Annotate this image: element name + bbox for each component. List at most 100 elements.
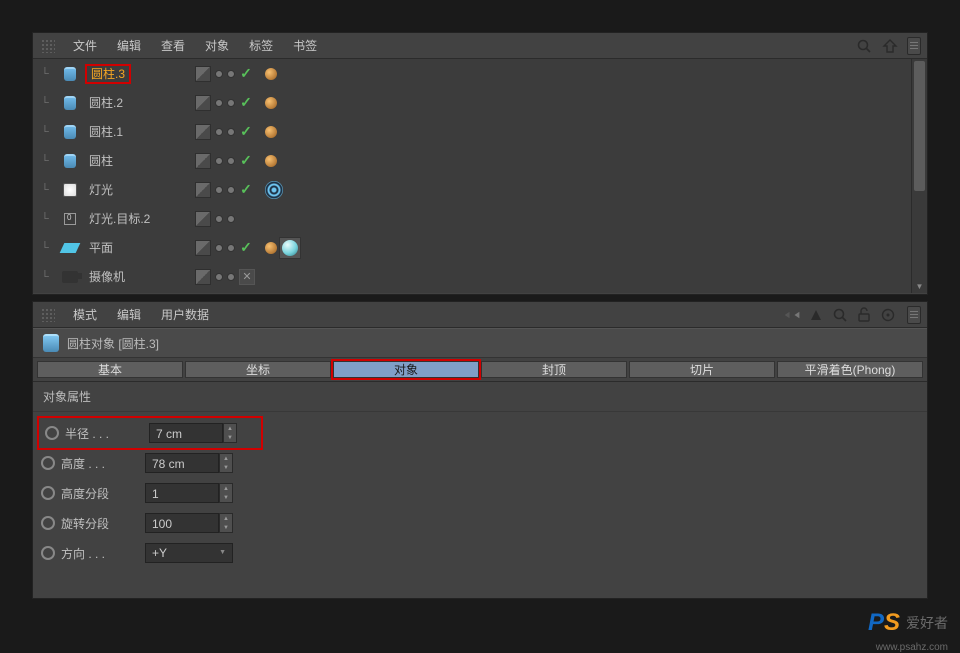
anim-toggle-icon[interactable] [41,486,55,500]
object-tree[interactable]: └圆柱.3✓└圆柱.2✓└圆柱.1✓└圆柱✓└灯光✓└灯光.目标.2└平面✓└摄… [33,59,911,293]
nav-back-icon[interactable] [783,306,801,324]
rseg-spinner[interactable]: ▲▼ [219,513,233,533]
tab-cap[interactable]: 封顶 [481,361,627,378]
layer-icon[interactable] [195,240,211,256]
tab-basic[interactable]: 基本 [37,361,183,378]
visibility-editor-icon[interactable] [215,273,223,281]
layer-icon[interactable] [195,95,211,111]
nav-up-icon[interactable] [807,306,825,324]
visibility-render-icon[interactable] [227,70,235,78]
phong-tag-icon[interactable] [265,242,277,254]
phong-tag-icon[interactable] [265,68,277,80]
scroll-down-icon[interactable]: ▼ [912,279,927,293]
home-icon[interactable] [879,35,901,57]
radius-input[interactable]: 7 cm [149,423,223,443]
tab-slice[interactable]: 切片 [629,361,775,378]
height-spinner[interactable]: ▲▼ [219,453,233,473]
anim-toggle-icon[interactable] [41,456,55,470]
visibility-editor-icon[interactable] [215,157,223,165]
visibility-render-icon[interactable] [227,128,235,136]
layer-icon[interactable] [195,211,211,227]
visibility-render-icon[interactable] [227,186,235,194]
visibility-editor-icon[interactable] [215,215,223,223]
grid-icon[interactable] [39,39,57,53]
menu-bookmarks[interactable]: 书签 [283,33,327,59]
visibility-editor-icon[interactable] [215,99,223,107]
anim-toggle-icon[interactable] [41,516,55,530]
tree-row-cyl1[interactable]: └圆柱.1✓ [33,117,911,146]
hseg-input[interactable]: 1 [145,483,219,503]
visibility-editor-icon[interactable] [215,128,223,136]
panel-handle-icon[interactable] [907,37,921,55]
cylinder-icon [61,65,79,83]
expand-icon[interactable]: ✕ [239,269,255,285]
search-icon[interactable] [853,35,875,57]
search-icon[interactable] [831,306,849,324]
tree-item-name[interactable]: 平面 [85,238,195,258]
tree-row-light[interactable]: └灯光✓ [33,175,911,204]
tree-item-name[interactable]: 摄像机 [85,267,195,287]
tab-coord[interactable]: 坐标 [185,361,331,378]
layer-icon[interactable] [195,124,211,140]
enabled-check-icon[interactable]: ✓ [239,65,253,82]
visibility-editor-icon[interactable] [215,70,223,78]
menu-edit[interactable]: 编辑 [107,33,151,59]
tree-row-cam[interactable]: └摄像机✕ [33,262,911,291]
tree-item-name[interactable]: 灯光.目标.2 [85,209,195,229]
visibility-render-icon[interactable] [227,99,235,107]
menu-tags[interactable]: 标签 [239,33,283,59]
visibility-render-icon[interactable] [227,244,235,252]
menu-file[interactable]: 文件 [63,33,107,59]
layer-icon[interactable] [195,182,211,198]
target-tag-icon[interactable] [265,181,283,199]
object-manager-menubar: 文件 编辑 查看 对象 标签 书签 [33,33,927,59]
phong-tag-icon[interactable] [265,97,277,109]
enabled-check-icon[interactable]: ✓ [239,181,253,198]
tree-row-plane[interactable]: └平面✓ [33,233,911,262]
visibility-editor-icon[interactable] [215,244,223,252]
layer-icon[interactable] [195,66,211,82]
radius-spinner[interactable]: ▲▼ [223,423,237,443]
menu-objects[interactable]: 对象 [195,33,239,59]
anim-toggle-icon[interactable] [41,546,55,560]
tree-row-cyl3[interactable]: └圆柱.3✓ [33,59,911,88]
layer-icon[interactable] [195,269,211,285]
menu-userdata[interactable]: 用户数据 [151,302,219,328]
anim-toggle-icon[interactable] [45,426,59,440]
phong-tag-icon[interactable] [265,126,277,138]
tree-row-lighttarget[interactable]: └灯光.目标.2 [33,204,911,233]
panel-handle-icon[interactable] [907,306,921,324]
phong-tag-icon[interactable] [265,155,277,167]
tree-item-name[interactable]: 圆柱.1 [85,122,195,142]
lock-icon[interactable] [855,306,873,324]
tree-item-name[interactable]: 灯光 [85,180,195,200]
menu-edit[interactable]: 编辑 [107,302,151,328]
scrollbar-vertical[interactable]: ▲ ▼ [911,59,927,293]
tree-row-cyl2[interactable]: └圆柱.2✓ [33,88,911,117]
material-tag-icon[interactable] [279,237,301,259]
scroll-thumb[interactable] [914,61,925,191]
enabled-check-icon[interactable]: ✓ [239,152,253,169]
tree-row-cyl0[interactable]: └圆柱✓ [33,146,911,175]
visibility-render-icon[interactable] [227,273,235,281]
new-icon[interactable] [879,306,897,324]
tree-item-name[interactable]: 圆柱.3 [85,64,195,84]
visibility-render-icon[interactable] [227,157,235,165]
height-input[interactable]: 78 cm [145,453,219,473]
menu-view[interactable]: 查看 [151,33,195,59]
tab-phong[interactable]: 平滑着色(Phong) [777,361,923,378]
visibility-editor-icon[interactable] [215,186,223,194]
tree-item-name[interactable]: 圆柱 [85,151,195,171]
direction-select[interactable]: +Y ▼ [145,543,233,563]
tab-object[interactable]: 对象 [333,361,479,378]
enabled-check-icon[interactable]: ✓ [239,239,253,256]
layer-icon[interactable] [195,153,211,169]
rseg-input[interactable]: 100 [145,513,219,533]
enabled-check-icon[interactable]: ✓ [239,94,253,111]
menu-mode[interactable]: 模式 [63,302,107,328]
hseg-spinner[interactable]: ▲▼ [219,483,233,503]
visibility-render-icon[interactable] [227,215,235,223]
enabled-check-icon[interactable]: ✓ [239,123,253,140]
grid-icon[interactable] [39,308,57,322]
tree-item-name[interactable]: 圆柱.2 [85,93,195,113]
